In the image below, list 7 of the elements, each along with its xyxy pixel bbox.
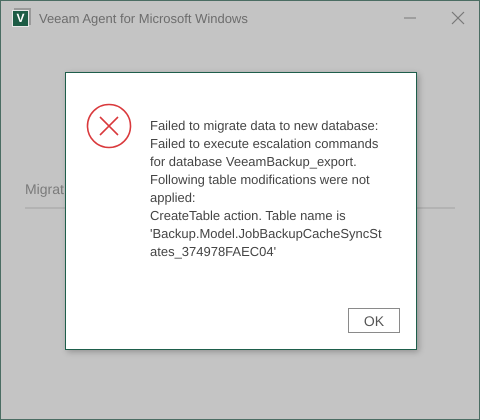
window-title: Veeam Agent for Microsoft Windows — [39, 10, 248, 26]
error-icon — [86, 103, 132, 149]
app-logo: V — [12, 10, 29, 26]
section-label: Migrat — [25, 181, 64, 197]
ok-button[interactable]: OK — [348, 308, 400, 333]
close-icon[interactable] — [451, 11, 465, 25]
error-message: Failed to migrate data to new database: Failed to execute escalation commands for database VeeamBackup_export. Following table modifications were not applied: CreateTable action. Table name is 'Backup.Model.JobBackupCacheSyncStates_374978FAEC04' — [150, 117, 382, 261]
